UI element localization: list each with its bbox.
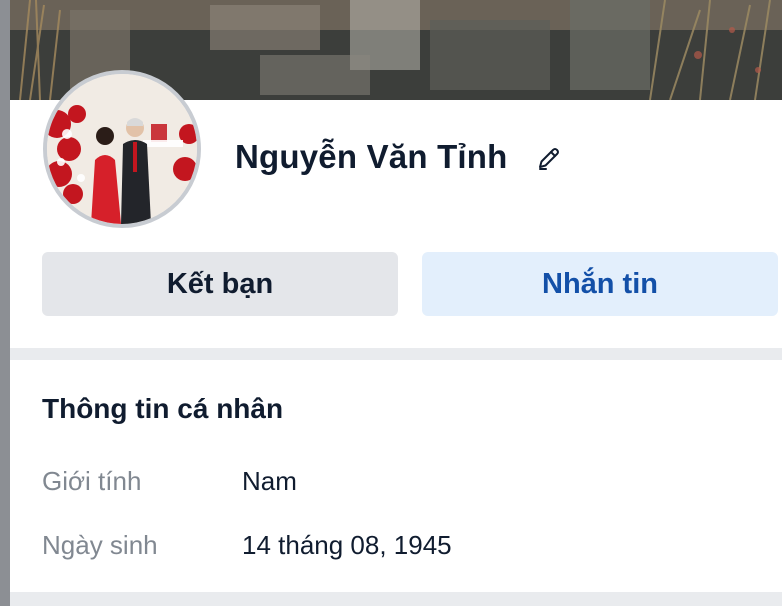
birthday-value: 14 tháng 08, 1945 (242, 530, 452, 560)
avatar-photo (47, 74, 197, 224)
add-friend-button[interactable]: Kết bạn (42, 252, 398, 316)
edit-name-pencil-icon[interactable] (536, 145, 562, 171)
profile-name: Nguyễn Văn Tỉnh (235, 138, 508, 175)
birthday-label: Ngày sinh (42, 530, 158, 560)
window-edge (0, 0, 10, 606)
gender-label: Giới tính (42, 466, 142, 496)
profile-screen: Nguyễn Văn Tỉnh Kết bạn Nhắn tin Thông t… (0, 0, 782, 606)
avatar[interactable] (43, 70, 201, 228)
personal-info-title: Thông tin cá nhân (42, 393, 284, 424)
message-button[interactable]: Nhắn tin (422, 252, 778, 316)
gender-value: Nam (242, 466, 297, 496)
